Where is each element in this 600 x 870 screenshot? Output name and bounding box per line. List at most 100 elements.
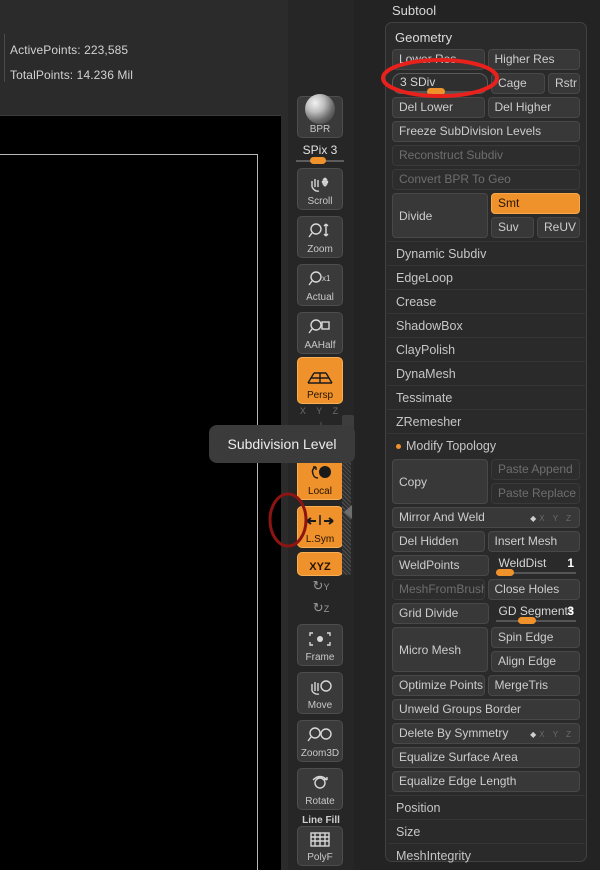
- equalize-edge-row: Equalize Edge Length: [386, 771, 586, 795]
- weld-dist-handle[interactable]: [495, 569, 514, 576]
- rotate-y-icon[interactable]: ↻Y: [288, 578, 354, 594]
- equalize-surface-row: Equalize Surface Area: [386, 747, 586, 771]
- sdiv-slider[interactable]: 3 SDiv: [392, 73, 488, 95]
- rotate-z-icon[interactable]: ↻Z: [288, 600, 354, 616]
- equalize-edge-length-button[interactable]: Equalize Edge Length: [392, 771, 580, 792]
- polyf-label: PolyF: [307, 852, 333, 863]
- equalize-surface-area-button[interactable]: Equalize Surface Area: [392, 747, 580, 768]
- collapse-arrow-icon[interactable]: [344, 505, 352, 519]
- mirror-row: Mirror And Weld ◆X Y Z: [386, 507, 586, 531]
- lsym-button[interactable]: L.Sym: [297, 506, 343, 548]
- section-dynamesh[interactable]: DynaMesh: [387, 361, 585, 385]
- zoom-button[interactable]: Zoom: [297, 216, 343, 258]
- del-higher-button[interactable]: Del Higher: [487, 97, 580, 118]
- rotate-button[interactable]: Rotate: [297, 768, 343, 810]
- section-position[interactable]: Position: [387, 795, 585, 819]
- unweld-groups-border-button[interactable]: Unweld Groups Border: [392, 699, 580, 720]
- spix-label: SPix: [302, 143, 328, 157]
- xyz-button[interactable]: XYZ: [297, 552, 343, 576]
- higher-res-button[interactable]: Higher Res: [487, 49, 580, 70]
- total-points-label: TotalPoints: 14.236 Mil: [10, 68, 134, 82]
- viewport-canvas[interactable]: [0, 115, 281, 870]
- delete-by-symmetry-button[interactable]: Delete By Symmetry ◆X Y Z: [392, 723, 580, 744]
- active-points-label: ActivePoints: 223,585: [10, 43, 129, 57]
- local-button[interactable]: Local: [297, 458, 343, 500]
- magnifier-x1-icon: x1: [307, 265, 333, 292]
- mirror-and-weld-button[interactable]: Mirror And Weld ◆X Y Z: [392, 507, 580, 528]
- mirror-axis-markers[interactable]: ◆X Y Z: [530, 509, 574, 527]
- spix-handle[interactable]: [310, 157, 326, 164]
- section-size[interactable]: Size: [387, 819, 585, 843]
- bpr-button[interactable]: BPR: [297, 94, 343, 138]
- section-mesh-integrity[interactable]: MeshIntegrity: [387, 843, 585, 867]
- micro-mesh-button[interactable]: Micro Mesh: [392, 627, 488, 672]
- section-shadowbox[interactable]: ShadowBox: [387, 313, 585, 337]
- section-dynamic-subdiv[interactable]: Dynamic Subdiv: [387, 241, 585, 265]
- scroll-button[interactable]: Scroll: [297, 168, 343, 210]
- spix-value: 3: [330, 143, 338, 157]
- gd-segments-slider[interactable]: GD Segments 3: [492, 603, 581, 624]
- section-tessimate[interactable]: Tessimate: [387, 385, 585, 409]
- frame-corners-icon: [307, 625, 333, 652]
- gd-segments-value: 3: [567, 604, 574, 618]
- left-right-arrows-icon: [305, 507, 335, 534]
- merge-tris-button[interactable]: MergeTris: [487, 675, 580, 696]
- actual-button[interactable]: x1 Actual: [297, 264, 343, 306]
- copy-button[interactable]: Copy: [392, 459, 488, 504]
- frame-button[interactable]: Frame: [297, 624, 343, 666]
- section-edgeloop[interactable]: EdgeLoop: [387, 265, 585, 289]
- zoom-label: Zoom: [307, 244, 333, 255]
- rstr-button[interactable]: Rstr: [548, 73, 580, 94]
- del-hidden-button[interactable]: Del Hidden: [392, 531, 485, 552]
- spix-slider[interactable]: SPix 3: [294, 143, 346, 165]
- gd-segments-handle[interactable]: [517, 617, 536, 624]
- weld-dist-slider[interactable]: WeldDist 1: [492, 555, 581, 576]
- aahalf-button[interactable]: AAHalf: [297, 312, 343, 354]
- grid-divide-button[interactable]: Grid Divide: [392, 603, 489, 624]
- geometry-header[interactable]: Geometry: [386, 27, 586, 49]
- del-lower-button[interactable]: Del Lower: [392, 97, 485, 118]
- optimize-row: Optimize Points MergeTris: [386, 675, 586, 699]
- copy-paste-group: Copy Paste Append Paste Replace: [386, 457, 586, 507]
- canvas-area[interactable]: [0, 110, 288, 870]
- move-button[interactable]: Move: [297, 672, 343, 714]
- suv-button[interactable]: Suv: [491, 217, 534, 238]
- weld-points-button[interactable]: WeldPoints: [392, 555, 489, 576]
- divide-button[interactable]: Divide: [392, 193, 488, 238]
- spin-edge-button[interactable]: Spin Edge: [491, 627, 580, 648]
- align-edge-button[interactable]: Align Edge: [491, 651, 580, 672]
- subtool-palette: Subtool Geometry Lower Res Higher Res 3 …: [360, 0, 600, 870]
- svg-text:x1: x1: [322, 274, 331, 283]
- close-holes-button[interactable]: Close Holes: [487, 579, 580, 600]
- frame-label: Frame: [305, 652, 335, 663]
- zoom3d-button[interactable]: Zoom3D: [297, 720, 343, 762]
- gd-segments-track[interactable]: [495, 620, 576, 622]
- section-crease[interactable]: Crease: [387, 289, 585, 313]
- sdiv-handle[interactable]: [427, 88, 445, 95]
- magnifier-square-icon: [307, 313, 333, 340]
- optimize-points-button[interactable]: Optimize Points: [392, 675, 485, 696]
- reuv-button[interactable]: ReUV: [537, 217, 580, 238]
- gd-segments-label: GD Segments: [498, 604, 574, 618]
- paste-replace-button: Paste Replace: [491, 483, 580, 504]
- persp-label: Persp: [306, 390, 334, 401]
- insert-mesh-button[interactable]: Insert Mesh: [487, 531, 580, 552]
- lower-res-button[interactable]: Lower Res: [392, 49, 485, 70]
- zbrush-window: ActivePoints: 223,585 TotalPoints: 14.23…: [0, 0, 600, 870]
- magnifier-updown-icon: [307, 217, 333, 244]
- palette-title: Subtool: [392, 3, 437, 18]
- section-claypolish[interactable]: ClayPolish: [387, 337, 585, 361]
- polyf-button[interactable]: PolyF: [297, 826, 343, 866]
- unweld-row: Unweld Groups Border: [386, 699, 586, 723]
- delete-symmetry-axis-markers[interactable]: ◆X Y Z: [530, 725, 574, 743]
- persp-button[interactable]: Persp: [297, 357, 343, 404]
- section-zremesher[interactable]: ZRemesher: [387, 409, 585, 433]
- freeze-subdivision-levels-button[interactable]: Freeze SubDivision Levels: [392, 121, 580, 142]
- section-modify-topology[interactable]: Modify Topology: [387, 433, 585, 457]
- cage-button[interactable]: Cage: [491, 73, 545, 94]
- xyz-label: XYZ: [309, 561, 331, 573]
- document-border: [0, 154, 258, 870]
- grid-mesh-icon: [306, 827, 334, 852]
- line-fill-label: Line Fill: [302, 815, 340, 826]
- smt-button[interactable]: Smt: [491, 193, 580, 214]
